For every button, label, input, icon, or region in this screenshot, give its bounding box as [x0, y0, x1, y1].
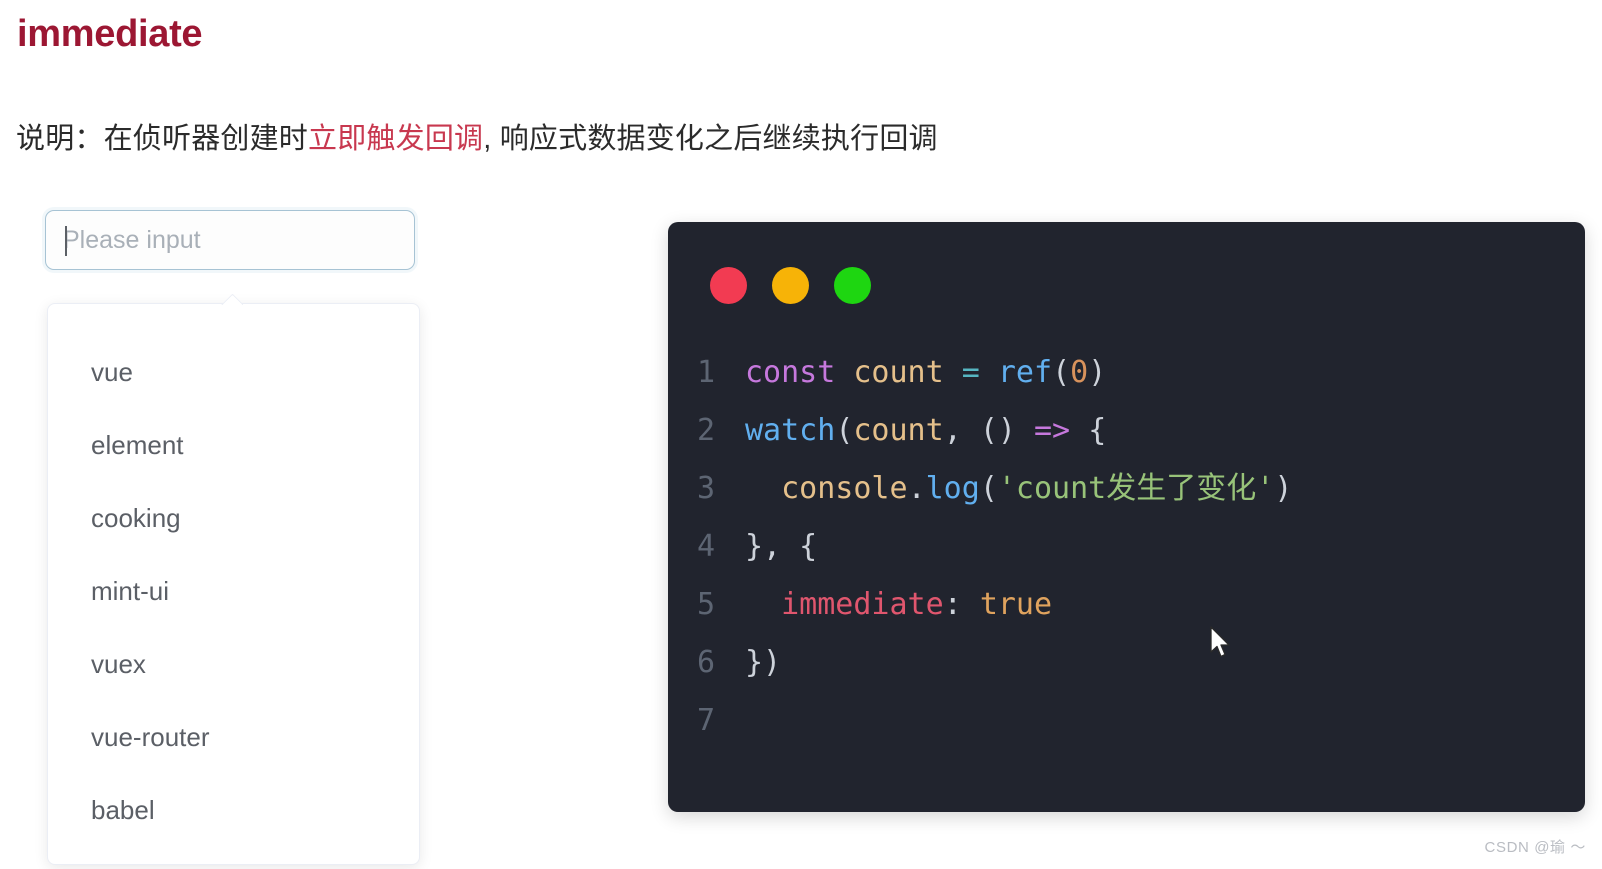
line-number: 5 [696, 587, 715, 622]
code-line: 3 console.log('count发生了变化') [668, 460, 1585, 518]
window-controls [710, 267, 871, 304]
token-variable: count [853, 355, 944, 390]
token-property: immediate [781, 587, 944, 622]
description-prefix: 说明：在侦听器创建时 [16, 123, 309, 155]
maximize-dot-icon[interactable] [834, 267, 871, 304]
token-punctuation: ) [1274, 471, 1293, 506]
autocomplete-widget[interactable]: vue element cooking mint-ui vuex vue-rou… [45, 210, 420, 865]
code-line: 4 }, { [668, 518, 1585, 576]
token-function: log [925, 471, 980, 506]
code-snippet-card: 1 const count = ref(0) 2 watch(count, ()… [668, 222, 1585, 812]
token-punctuation: : [943, 587, 980, 622]
dropdown-arrow-icon [221, 293, 243, 305]
text-caret [65, 226, 67, 256]
line-number: 3 [696, 471, 715, 506]
code-content: 1 const count = ref(0) 2 watch(count, ()… [668, 344, 1585, 750]
token-variable: count [853, 413, 944, 448]
search-input[interactable] [45, 210, 415, 270]
token-operator: = [961, 355, 980, 390]
token-punctuation: . [907, 471, 926, 506]
line-number: 1 [696, 355, 715, 390]
list-item[interactable]: babel [48, 774, 419, 847]
list-item[interactable]: vue [48, 336, 419, 409]
close-dot-icon[interactable] [710, 267, 747, 304]
code-line: 1 const count = ref(0) [668, 344, 1585, 402]
token-punctuation: ( [979, 471, 998, 506]
code-line-text: const count = ref(0) [745, 344, 1106, 402]
line-number: 4 [696, 529, 715, 564]
watermark: CSDN @瑜 ～ [1484, 839, 1586, 856]
description-suffix: , 响应式数据变化之后继续执行回调 [483, 123, 938, 155]
description-text: 说明：在侦听器创建时立即触发回调, 响应式数据变化之后继续执行回调 [16, 117, 938, 161]
list-item[interactable]: element [48, 409, 419, 482]
code-line-text: }) [745, 645, 782, 680]
token-brace: { [1088, 413, 1107, 448]
line-number: 6 [696, 645, 715, 680]
code-line-text: console.log('count发生了变化') [745, 460, 1292, 518]
token-boolean: true [979, 587, 1053, 622]
token-punctuation: ( [1052, 355, 1071, 390]
page-title: immediate [17, 13, 203, 55]
list-item[interactable]: cooking [48, 482, 419, 555]
list-item[interactable]: vue-router [48, 701, 419, 774]
code-line: 6 }) [668, 634, 1585, 692]
token-punctuation: () [979, 413, 1016, 448]
list-item[interactable]: vuex [48, 628, 419, 701]
code-line: 5 immediate: true [668, 576, 1585, 634]
code-line-text: }, { [745, 529, 818, 564]
description-highlight: 立即触发回调 [308, 123, 484, 155]
minimize-dot-icon[interactable] [772, 267, 809, 304]
suggestion-list: vue element cooking mint-ui vuex vue-rou… [48, 304, 419, 847]
autocomplete-dropdown[interactable]: vue element cooking mint-ui vuex vue-rou… [47, 303, 420, 865]
code-line: 7 [668, 692, 1585, 750]
token-punctuation: ( [835, 413, 854, 448]
list-item[interactable]: mint-ui [48, 555, 419, 628]
token-string: 'count发生了变化' [997, 471, 1275, 506]
token-punctuation: ) [1088, 355, 1107, 390]
token-keyword: const [745, 355, 836, 390]
token-punctuation: , [943, 413, 980, 448]
token-function: watch [745, 413, 836, 448]
line-number: 2 [696, 413, 715, 448]
line-number: 7 [696, 703, 715, 738]
code-line-text: immediate: true [745, 576, 1052, 634]
code-line: 2 watch(count, () => { [668, 402, 1585, 460]
code-line-text: watch(count, () => { [745, 402, 1106, 460]
token-number: 0 [1070, 355, 1089, 390]
token-arrow: => [1034, 413, 1071, 448]
token-function: ref [997, 355, 1053, 390]
token-object: console [781, 471, 908, 506]
